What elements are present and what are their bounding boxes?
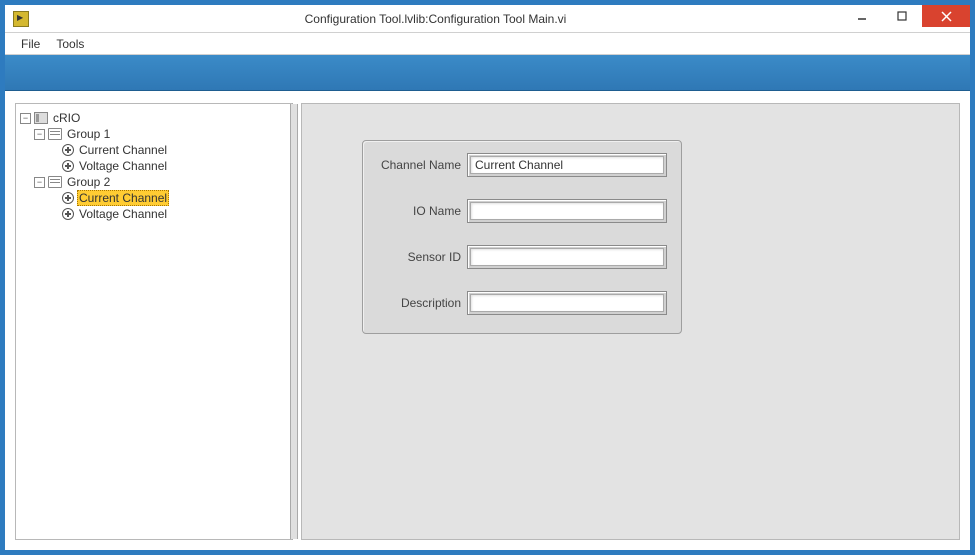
form-row-io-name: IO Name — [377, 199, 667, 223]
app-window: Configuration Tool.lvlib:Configuration T… — [0, 0, 975, 555]
tree-label: Voltage Channel — [77, 207, 169, 221]
device-icon — [34, 112, 48, 124]
close-icon — [941, 11, 952, 22]
tree-label: Current Channel — [77, 143, 169, 157]
tree-label: Group 2 — [65, 175, 112, 189]
titlebar: Configuration Tool.lvlib:Configuration T… — [5, 5, 970, 33]
form-row-channel-name: Channel Name — [377, 153, 667, 177]
expander-icon[interactable]: − — [20, 113, 31, 124]
tree-label: Voltage Channel — [77, 159, 169, 173]
channel-icon — [62, 208, 74, 220]
io-name-input[interactable] — [470, 202, 664, 220]
input-frame — [467, 153, 667, 177]
sensor-id-label: Sensor ID — [377, 250, 467, 264]
content-area: − cRIO − Group 1 Current Channel Voltage… — [5, 91, 970, 550]
channel-name-label: Channel Name — [377, 158, 467, 172]
description-input[interactable] — [470, 294, 664, 312]
menu-file[interactable]: File — [13, 35, 48, 53]
maximize-icon — [897, 11, 907, 21]
input-frame — [467, 245, 667, 269]
window-controls — [842, 5, 970, 32]
io-name-label: IO Name — [377, 204, 467, 218]
expander-icon[interactable]: − — [34, 129, 45, 140]
input-frame — [467, 291, 667, 315]
menubar: File Tools — [5, 33, 970, 55]
detail-panel: Channel Name IO Name Sensor ID — [301, 103, 960, 540]
tree-label: cRIO — [51, 111, 82, 125]
tree-node-group1-current[interactable]: Current Channel — [20, 142, 288, 158]
channel-icon — [62, 144, 74, 156]
form-row-description: Description — [377, 291, 667, 315]
window-title: Configuration Tool.lvlib:Configuration T… — [29, 12, 842, 26]
group-icon — [48, 176, 62, 188]
sensor-id-input[interactable] — [470, 248, 664, 266]
form-row-sensor-id: Sensor ID — [377, 245, 667, 269]
channel-icon — [62, 192, 74, 204]
channel-name-input[interactable] — [470, 156, 664, 174]
tree-node-group2-current[interactable]: Current Channel — [20, 190, 288, 206]
channel-icon — [62, 160, 74, 172]
tree-node-group2-voltage[interactable]: Voltage Channel — [20, 206, 288, 222]
description-label: Description — [377, 296, 467, 310]
menu-tools[interactable]: Tools — [48, 35, 92, 53]
minimize-button[interactable] — [842, 5, 882, 27]
group-icon — [48, 128, 62, 140]
ribbon-strip — [5, 55, 970, 91]
tree-node-group1[interactable]: − Group 1 — [20, 126, 288, 142]
tree-panel[interactable]: − cRIO − Group 1 Current Channel Voltage… — [15, 103, 293, 540]
input-frame — [467, 199, 667, 223]
close-button[interactable] — [922, 5, 970, 27]
tree-node-group1-voltage[interactable]: Voltage Channel — [20, 158, 288, 174]
tree-label-selected: Current Channel — [77, 190, 169, 206]
tree-node-group2[interactable]: − Group 2 — [20, 174, 288, 190]
channel-form: Channel Name IO Name Sensor ID — [362, 140, 682, 334]
maximize-button[interactable] — [882, 5, 922, 27]
tree-label: Group 1 — [65, 127, 112, 141]
app-icon — [13, 11, 29, 27]
minimize-icon — [857, 11, 867, 21]
expander-icon[interactable]: − — [34, 177, 45, 188]
tree-node-crio[interactable]: − cRIO — [20, 110, 288, 126]
